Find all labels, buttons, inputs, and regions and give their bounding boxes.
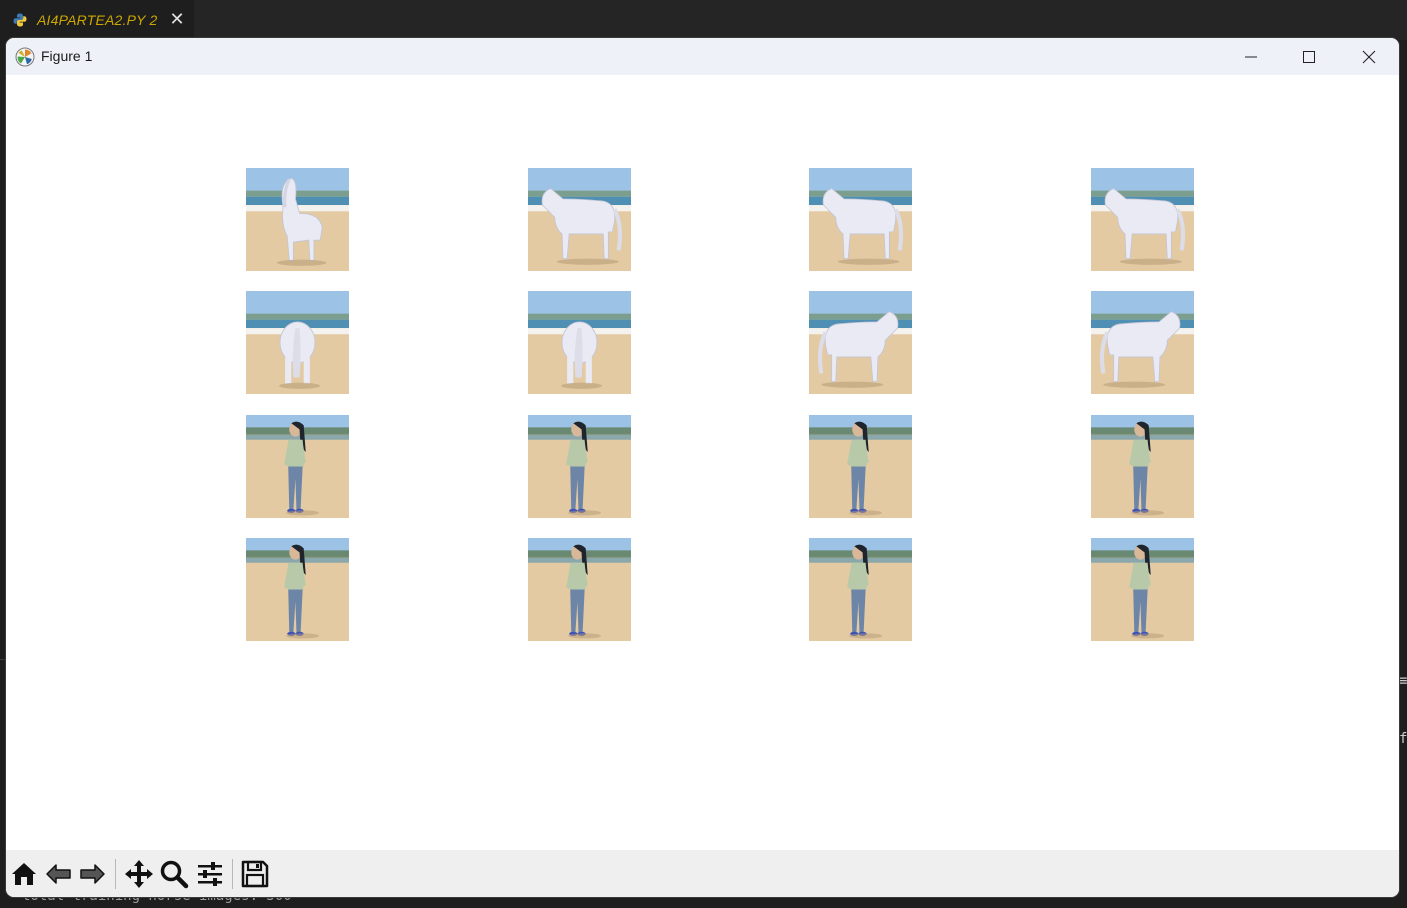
close-button[interactable] [1340,38,1398,75]
horse-image [809,168,912,271]
human-image [1091,538,1194,641]
horse-image [528,168,631,271]
magnifier-icon [160,860,189,889]
zoom-button[interactable] [158,858,190,890]
sliders-icon [198,862,222,886]
human-image [528,415,631,518]
horse-image [246,168,349,271]
human-image [246,538,349,641]
python-file-icon [13,13,27,27]
back-arrow-icon [46,864,71,884]
forward-button[interactable] [76,858,108,890]
home-button[interactable] [8,858,40,890]
window-title: Figure 1 [41,48,93,64]
human-image [1091,415,1194,518]
human-image [809,415,912,518]
floppy-disk-icon [241,860,269,888]
minimize-button[interactable] [1222,38,1280,75]
horse-image [809,291,912,394]
human-image [528,538,631,641]
editor-tab-strip: AI4PARTEA2.PY 2 ✕ [0,0,1407,40]
move-icon [125,860,153,888]
tab-title: AI4PARTEA2.PY 2 [37,12,158,28]
pan-button[interactable] [123,858,155,890]
tab-close-icon[interactable]: ✕ [168,10,186,28]
forward-arrow-icon [80,864,105,884]
problem-count: 2 [149,12,158,28]
horse-image [1091,168,1194,271]
configure-subplots-button[interactable] [194,858,226,890]
toolbar-separator [115,859,116,889]
figure-canvas[interactable] [6,75,1399,850]
matplotlib-logo-icon [15,47,35,67]
toolbar-separator [232,859,233,889]
close-icon [1362,50,1376,64]
editor-partial-text: f [1399,731,1407,747]
horse-image [1091,291,1194,394]
save-button[interactable] [239,858,271,890]
figure-window: Figure 1 [6,38,1399,897]
minimize-icon [1245,56,1257,58]
back-button[interactable] [43,858,75,890]
horse-image [528,291,631,394]
maximize-button[interactable] [1280,38,1338,75]
panel-menu-icon: ≡ [1399,673,1407,689]
navigation-toolbar [6,850,1399,897]
window-titlebar[interactable]: Figure 1 [6,38,1399,75]
editor-tab[interactable]: AI4PARTEA2.PY 2 ✕ [0,0,194,40]
maximize-icon [1303,51,1315,63]
horse-image [246,291,349,394]
human-image [809,538,912,641]
home-icon [12,863,36,885]
human-image [246,415,349,518]
